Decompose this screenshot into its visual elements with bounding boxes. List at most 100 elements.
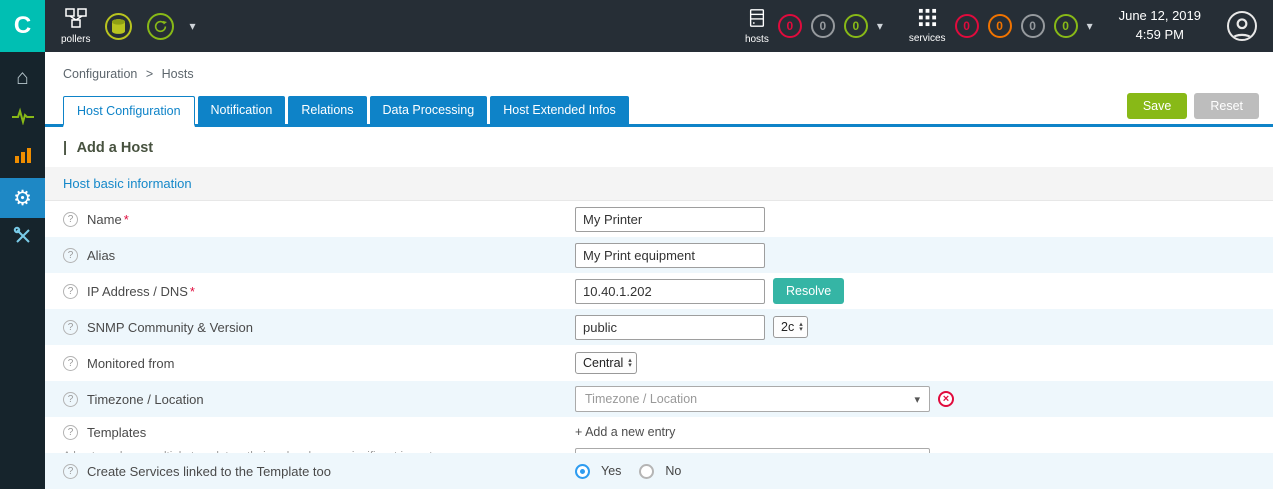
hosts-down-badge[interactable]: 0 (777, 14, 802, 38)
sidebar-item-reporting[interactable] (0, 138, 45, 178)
hosts-status-group: hosts 0 0 0 ▾ (745, 8, 883, 45)
required-asterisk: * (189, 283, 195, 299)
row-templates: ? Templates A host can have multiple tem… (45, 417, 1273, 479)
tab-notification[interactable]: Notification (197, 96, 286, 124)
resolve-button[interactable]: Resolve (773, 278, 845, 304)
snmp-version-value: 2c (781, 320, 795, 334)
sidebar-item-administration[interactable] (0, 218, 45, 258)
poller-status-area: pollers ▾ (45, 0, 196, 52)
hosts-unreachable-badge[interactable]: 0 (810, 14, 835, 38)
help-icon[interactable]: ? (63, 211, 78, 227)
hosts-icon (747, 8, 767, 31)
topbar: C pollers ▾ hosts 0 0 0 ▾ services 0 0 0… (0, 0, 1273, 52)
select-arrows-icon: ▴ ▾ (628, 357, 632, 369)
logo-letter: C (13, 12, 32, 39)
services-warning-badge[interactable]: 0 (987, 14, 1012, 38)
tab-data-processing[interactable]: Data Processing (369, 96, 488, 124)
database-status-icon[interactable] (105, 12, 133, 40)
poller-chevron-down-icon[interactable]: ▾ (189, 20, 195, 32)
help-icon[interactable]: ? (63, 283, 78, 299)
hosts-menu[interactable]: hosts (745, 8, 769, 45)
breadcrumb-hosts[interactable]: Hosts (162, 67, 194, 81)
tab-relations[interactable]: Relations (288, 96, 367, 124)
sidebar: ⌂ ⚙ (0, 52, 45, 489)
tab-bar: Host Configuration Notification Relation… (45, 93, 1273, 127)
services-unknown-badge[interactable]: 0 (1020, 14, 1045, 38)
row-create-services: ? Create Services linked to the Template… (45, 453, 1273, 489)
ip-input[interactable] (575, 278, 765, 304)
name-input[interactable] (575, 206, 765, 232)
no-label[interactable]: No (665, 464, 681, 478)
pollers-label: pollers (61, 33, 91, 45)
title-bar-glyph: | (63, 140, 68, 156)
page-title: | Add a Host (45, 127, 1273, 167)
snmp-version-select[interactable]: 2c ▴ ▾ (773, 316, 808, 338)
timezone-placeholder: Timezone / Location (585, 392, 698, 406)
help-icon[interactable]: ? (63, 391, 78, 407)
hosts-chevron-down-icon[interactable]: ▾ (877, 20, 883, 32)
services-menu[interactable]: services (909, 8, 946, 44)
sidebar-item-home[interactable]: ⌂ (0, 58, 45, 98)
breadcrumb-separator: > (145, 67, 154, 81)
save-button[interactable]: Save (1126, 93, 1188, 119)
gear-icon: ⚙ (13, 186, 32, 210)
sidebar-item-monitoring[interactable] (0, 98, 45, 138)
timezone-select[interactable]: Timezone / Location ▾ (575, 386, 930, 412)
snmp-label: SNMP Community & Version (87, 319, 253, 335)
sync-status-icon[interactable] (147, 12, 175, 40)
user-profile-icon[interactable] (1227, 11, 1257, 41)
hosts-up-badge[interactable]: 0 (843, 14, 868, 38)
templates-label: Templates (87, 425, 147, 440)
main-content: Configuration > Hosts Host Configuration… (45, 52, 1273, 489)
services-label: services (908, 33, 946, 44)
services-chevron-down-icon[interactable]: ▾ (1087, 20, 1093, 32)
page-title-text: Add a Host (76, 140, 154, 156)
help-icon[interactable]: ? (63, 247, 78, 263)
heartbeat-icon (11, 107, 35, 130)
tab-host-extended-infos[interactable]: Host Extended Infos (490, 96, 629, 124)
alias-input[interactable] (575, 242, 765, 268)
reset-button[interactable]: Reset (1194, 93, 1259, 119)
wrench-icon (13, 226, 33, 251)
name-label: Name * (87, 211, 129, 227)
yes-label[interactable]: Yes (601, 464, 621, 478)
sidebar-item-configuration[interactable]: ⚙ (0, 178, 45, 218)
row-alias: ? Alias (45, 237, 1273, 273)
timezone-label: Timezone / Location (87, 391, 204, 407)
clock: June 12, 2019 4:59 PM (1119, 7, 1201, 45)
row-ip-address: ? IP Address / DNS* Resolve (45, 273, 1273, 309)
alias-label: Alias (87, 247, 116, 263)
home-icon: ⌂ (16, 66, 29, 89)
row-monitored-from: ? Monitored from Central ▴ ▾ (45, 345, 1273, 381)
breadcrumb-configuration[interactable]: Configuration (63, 67, 137, 81)
section-title: Host basic information (63, 176, 192, 191)
create-services-no-radio[interactable] (639, 463, 655, 479)
help-icon[interactable]: ? (63, 425, 78, 440)
form-actions: Save Reset (1126, 93, 1259, 119)
pollers-icon (64, 7, 88, 31)
services-icon (918, 8, 937, 30)
current-time: 4:59 PM (1135, 27, 1184, 42)
services-status-group: services 0 0 0 0 ▾ (909, 8, 1093, 44)
chevron-down-icon: ▾ (914, 393, 920, 406)
create-services-label: Create Services linked to the Template t… (87, 463, 332, 479)
snmp-community-input[interactable] (575, 314, 765, 340)
create-services-yes-radio[interactable] (575, 463, 590, 479)
services-ok-badge[interactable]: 0 (1053, 14, 1078, 38)
help-icon[interactable]: ? (63, 319, 78, 335)
pollers-menu[interactable]: pollers (61, 7, 91, 45)
row-snmp: ? SNMP Community & Version 2c ▴▾ (45, 309, 1273, 345)
help-icon[interactable]: ? (63, 463, 78, 479)
required-asterisk: * (123, 211, 129, 227)
centreon-logo[interactable]: C (0, 0, 45, 52)
services-critical-badge[interactable]: 0 (954, 14, 979, 38)
help-icon[interactable]: ? (63, 355, 78, 371)
chart-icon (13, 146, 33, 170)
monitored-from-select[interactable]: Central ▴ ▾ (575, 352, 637, 374)
hosts-label: hosts (744, 33, 769, 45)
current-date: June 12, 2019 (1118, 8, 1201, 24)
add-template-link[interactable]: + Add a new entry (575, 425, 675, 439)
timezone-clear-icon[interactable]: × (938, 391, 954, 407)
tab-host-configuration[interactable]: Host Configuration (63, 96, 195, 127)
monitored-from-value: Central (583, 356, 624, 370)
